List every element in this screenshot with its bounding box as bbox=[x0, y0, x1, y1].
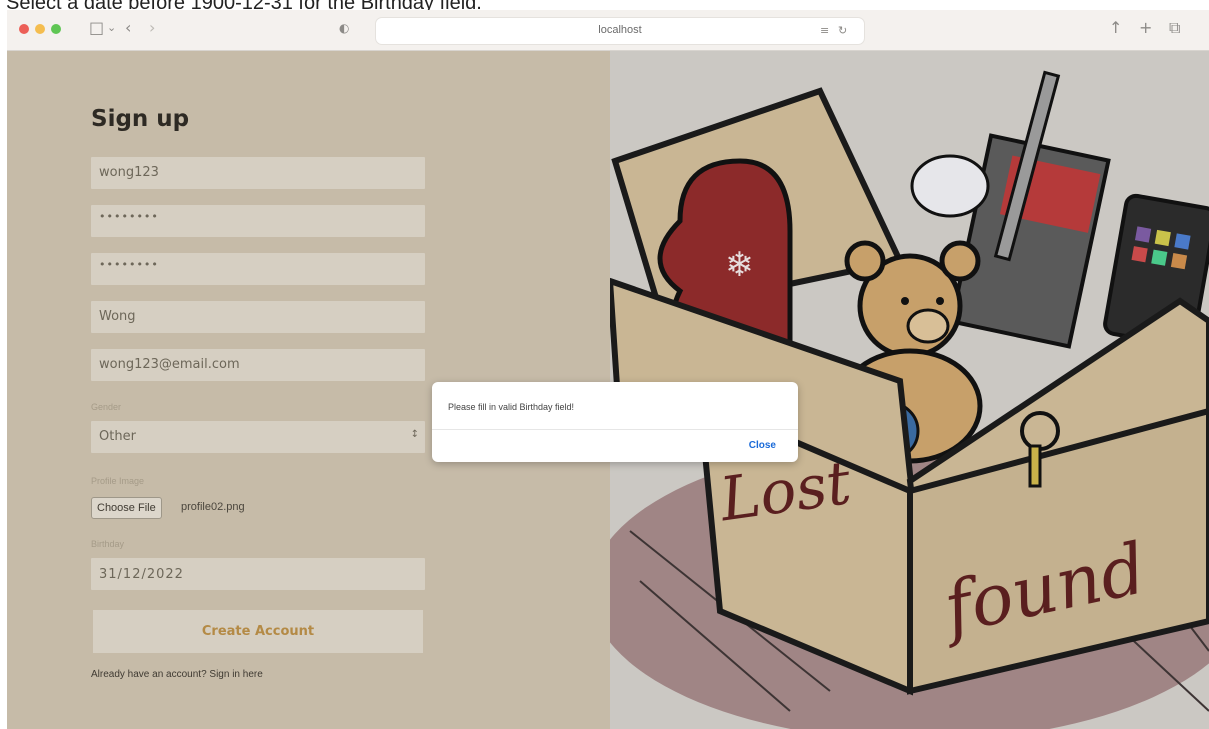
create-account-button[interactable]: Create Account bbox=[93, 610, 423, 653]
signin-link[interactable]: Already have an account? Sign in here bbox=[91, 669, 263, 680]
key-item bbox=[1028, 444, 1042, 488]
back-icon[interactable]: ‹ bbox=[125, 18, 131, 38]
privacy-shield-icon[interactable]: ◐ bbox=[339, 18, 349, 38]
selected-file-name: profile02.png bbox=[181, 501, 245, 513]
beanie-pompom bbox=[910, 154, 990, 218]
confirm-password-field[interactable]: •••••••• bbox=[91, 253, 425, 285]
page-content: Sign up wong123 •••••••• •••••••• Wong w… bbox=[7, 51, 1209, 729]
password-field[interactable]: •••••••• bbox=[91, 205, 425, 237]
minimize-window-button[interactable] bbox=[35, 24, 45, 34]
gender-select[interactable]: Other ↕ bbox=[91, 421, 425, 453]
profile-image-label: Profile Image bbox=[91, 476, 145, 486]
teddy-bear-snout bbox=[906, 308, 950, 344]
dialog-divider bbox=[432, 429, 798, 430]
snowflake-icon: ❄ bbox=[725, 245, 754, 285]
reload-icon[interactable]: ↻ bbox=[838, 21, 847, 41]
email-field[interactable]: wong123@email.com bbox=[91, 349, 425, 381]
birthday-field[interactable]: 31/12/2022 bbox=[91, 558, 425, 590]
teddy-bear-ear bbox=[844, 240, 886, 282]
url-text: localhost bbox=[598, 24, 642, 36]
teddy-bear-eye bbox=[936, 297, 944, 305]
password-value: •••••••• bbox=[99, 210, 159, 223]
new-tab-icon[interactable]: + bbox=[1139, 18, 1152, 38]
browser-toolbar: □ ⌄ ‹ › ◐ localhost ≡ ↻ ↑ + ⧉ bbox=[7, 10, 1209, 51]
address-bar[interactable]: localhost ≡ ↻ bbox=[375, 17, 865, 45]
choose-file-button[interactable]: Choose File bbox=[91, 497, 162, 519]
dialog-close-button[interactable]: Close bbox=[749, 440, 776, 451]
validation-dialog: Please fill in valid Birthday field! Clo… bbox=[432, 382, 798, 462]
tab-overview-icon[interactable]: ⧉ bbox=[1169, 18, 1180, 38]
confirm-password-value: •••••••• bbox=[99, 258, 159, 271]
forward-icon[interactable]: › bbox=[149, 18, 155, 38]
teddy-bear-eye bbox=[901, 297, 909, 305]
birthday-label: Birthday bbox=[91, 539, 125, 549]
email-value: wong123@email.com bbox=[99, 357, 240, 372]
gender-value: Other bbox=[99, 429, 136, 444]
dialog-message: Please fill in valid Birthday field! bbox=[448, 402, 575, 412]
gender-label: Gender bbox=[91, 402, 122, 412]
sidebar-icon[interactable]: □ bbox=[89, 18, 104, 38]
reader-icon[interactable]: ≡ bbox=[820, 21, 829, 41]
close-window-button[interactable] bbox=[19, 24, 29, 34]
zoom-window-button[interactable] bbox=[51, 24, 61, 34]
birthday-value: 31/12/2022 bbox=[99, 567, 184, 582]
name-field[interactable]: Wong bbox=[91, 301, 425, 333]
teddy-bear-ear bbox=[939, 240, 981, 282]
share-icon[interactable]: ↑ bbox=[1109, 18, 1122, 38]
chevron-down-icon[interactable]: ⌄ bbox=[107, 18, 116, 38]
username-value: wong123 bbox=[99, 165, 159, 180]
username-field[interactable]: wong123 bbox=[91, 157, 425, 189]
name-value: Wong bbox=[99, 309, 136, 324]
select-arrows-icon: ↕ bbox=[410, 429, 419, 440]
page-title: Sign up bbox=[91, 106, 190, 132]
